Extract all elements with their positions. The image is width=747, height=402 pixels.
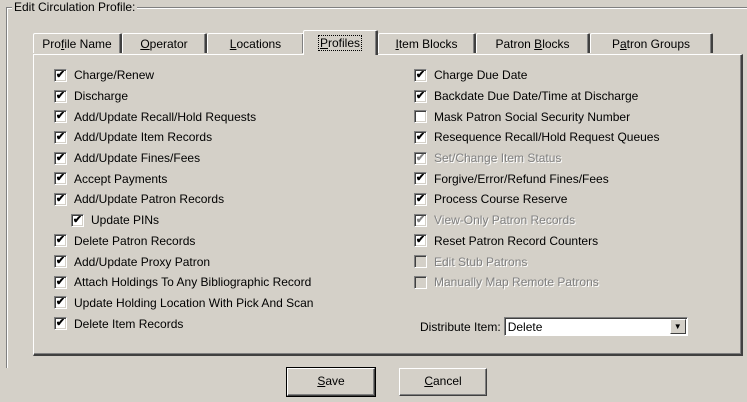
left-permission-column: ✔ Charge/Renew ✔ Discharge ✔ Add/Update Rec… (54, 65, 313, 334)
distribute-item-value: Delete (507, 320, 543, 334)
tab-label: Patron Blocks (495, 37, 570, 51)
checkbox[interactable]: ✔ (414, 192, 427, 206)
tab-label: Profile Name (42, 37, 112, 51)
checkbox-delete-item-records[interactable]: ✔ Delete Item Records (54, 313, 313, 334)
checkbox[interactable]: ✔ (414, 130, 427, 144)
dropdown-arrow-icon[interactable]: ▼ (669, 319, 686, 334)
checkbox-forgive-error-refund[interactable]: ✔ Forgive/Error/Refund Fines/Fees (414, 168, 659, 189)
tab-label: Patron Groups (611, 37, 691, 51)
checkbox: ✔ (414, 213, 427, 227)
tab-profile-name[interactable]: Profile Name (33, 33, 122, 53)
checkbox-set-change-item-status: ✔ Set/Change Item Status (414, 151, 562, 166)
checkbox[interactable]: ✔ (414, 234, 427, 248)
checkbox-edit-stub-patrons: Edit Stub Patrons (414, 251, 659, 272)
checkbox[interactable] (414, 110, 427, 124)
distribute-item-label: Distribute Item: (420, 319, 501, 334)
checkbox-process-course-reserve[interactable]: ✔ Process Course Reserve (414, 189, 659, 210)
tab-profiles[interactable]: Profiles (303, 30, 378, 55)
checkbox[interactable]: ✔ (54, 130, 67, 144)
tab-label: Operator (140, 37, 188, 51)
checkbox[interactable]: ✔ (54, 89, 67, 103)
checkbox-manually-map-remote-patrons: Manually Map Remote Patrons (414, 272, 659, 293)
checkbox[interactable]: ✔ (414, 89, 427, 103)
save-button[interactable]: Save (286, 367, 376, 397)
checkbox-add-update-patron-records[interactable]: ✔ Add/Update Patron Records (54, 189, 313, 210)
checkbox[interactable]: ✔ (54, 296, 67, 310)
tab-locations[interactable]: Locations (207, 33, 305, 53)
checkbox-backdate-due-date[interactable]: ✔ Backdate Due Date/Time at Discharge (414, 86, 659, 107)
checkbox-add-update-fines-fees[interactable]: ✔ Add/Update Fines/Fees (54, 148, 313, 169)
checkbox-accept-payments[interactable]: ✔ Accept Payments (54, 168, 313, 189)
checkbox-update-holding-location[interactable]: ✔ Update Holding Location With Pick And S… (54, 293, 313, 314)
profiles-panel: ✔ Charge/Renew ✔ Discharge ✔ Add/Update Rec… (33, 54, 743, 356)
checkbox: ✔ (414, 151, 427, 165)
tab-item-blocks[interactable]: Item Blocks (378, 33, 476, 53)
distribute-item-select[interactable]: Delete ▼ (503, 317, 688, 336)
checkbox-add-update-recall-hold[interactable]: ✔ Add/Update Recall/Hold Requests (54, 106, 313, 127)
checkbox-charge-renew[interactable]: ✔ Charge/Renew (54, 65, 313, 86)
tab-patron-blocks[interactable]: Patron Blocks (476, 33, 590, 53)
checkbox-delete-patron-records[interactable]: ✔ Delete Patron Records (54, 231, 313, 252)
checkbox[interactable]: ✔ (54, 275, 67, 289)
checkbox[interactable]: ✔ (54, 192, 67, 206)
checkbox-add-update-proxy-patron[interactable]: ✔ Add/Update Proxy Patron (54, 251, 313, 272)
checkbox-charge-due-date[interactable]: ✔ Charge Due Date (414, 65, 659, 86)
checkbox-mask-ssn[interactable]: Mask Patron Social Security Number (414, 106, 659, 127)
checkbox (414, 275, 427, 289)
tab-patron-groups[interactable]: Patron Groups (590, 33, 713, 53)
checkbox[interactable]: ✔ (54, 172, 67, 186)
checkbox-update-pins[interactable]: ✔ Update PINs (54, 210, 313, 231)
tab-label: Locations (229, 37, 282, 51)
checkbox[interactable]: ✔ (54, 255, 67, 269)
cancel-button[interactable]: Cancel (399, 368, 487, 396)
checkbox[interactable]: ✔ (54, 110, 67, 124)
checkbox-attach-holdings[interactable]: ✔ Attach Holdings To Any Bibliographic Re… (54, 272, 313, 293)
checkbox[interactable]: ✔ (54, 234, 67, 248)
checkbox-resequence-queues[interactable]: ✔ Resequence Recall/Hold Request Queues (414, 127, 659, 148)
checkbox[interactable]: ✔ (54, 317, 67, 331)
tab-operator[interactable]: Operator (122, 33, 207, 53)
right-permission-column: ✔ Charge Due Date ✔ Backdate Due Date/Time… (414, 65, 659, 293)
distribute-item-control: Distribute Item: Delete ▼ (420, 317, 688, 336)
checkbox-add-update-item-records[interactable]: ✔ Add/Update Item Records (54, 127, 313, 148)
checkbox[interactable]: ✔ (54, 68, 67, 82)
checkbox[interactable]: ✔ (54, 151, 67, 165)
tab-label: Profiles (317, 35, 363, 51)
checkbox-view-only-patron-records: ✔ View-Only Patron Records (414, 213, 576, 228)
checkbox[interactable]: ✔ (414, 172, 427, 186)
tab-label: Item Blocks (395, 37, 458, 51)
checkbox-reset-patron-counters[interactable]: ✔ Reset Patron Record Counters (414, 231, 659, 252)
checkbox[interactable]: ✔ (414, 68, 427, 82)
checkbox-discharge[interactable]: ✔ Discharge (54, 86, 313, 107)
group-title: Edit Circulation Profile: (12, 0, 138, 14)
checkbox[interactable]: ✔ (71, 213, 84, 227)
checkbox (414, 255, 427, 269)
